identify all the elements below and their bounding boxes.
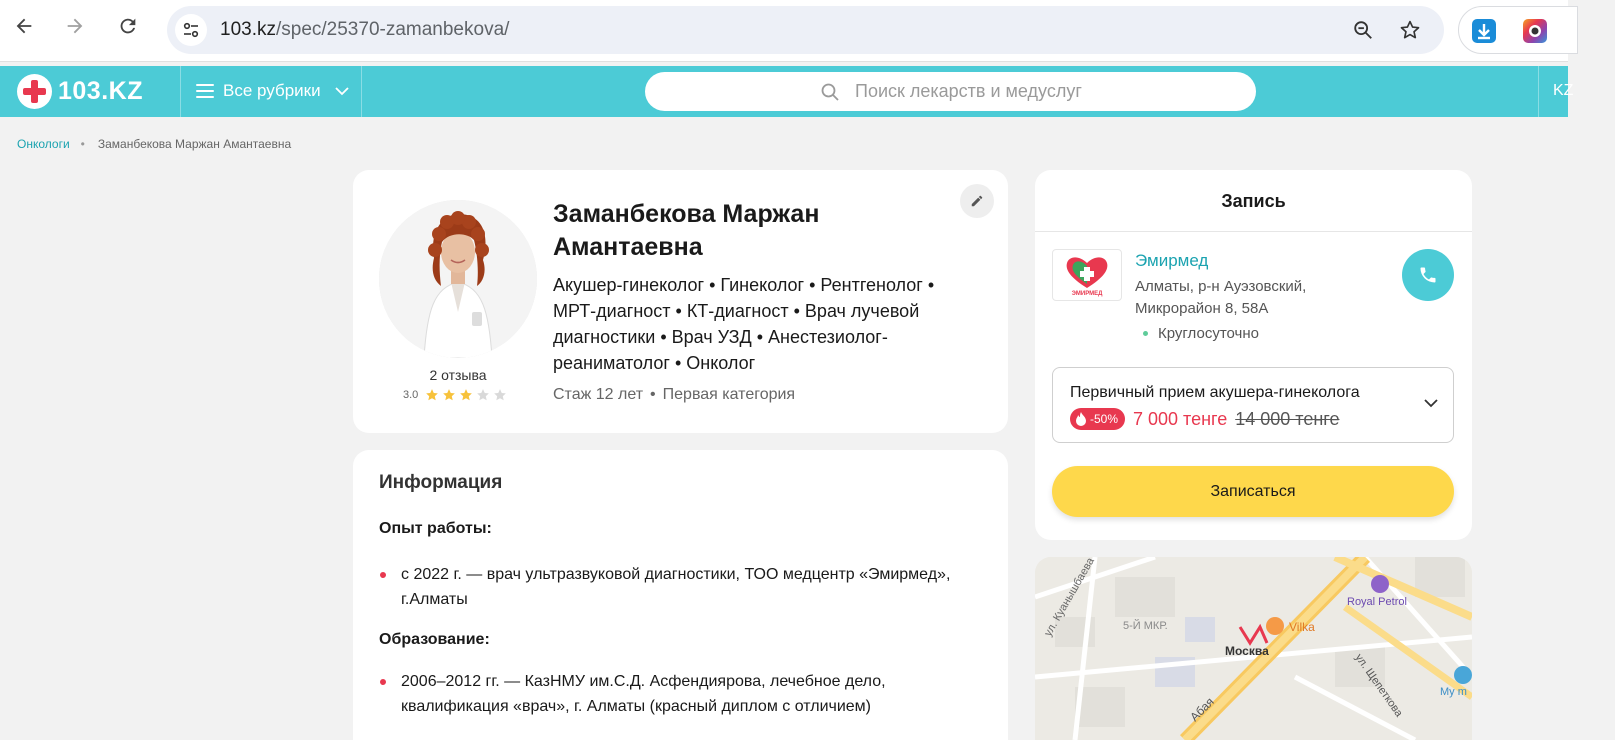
site-header: 103.KZ Все рубрики KZ [0, 66, 1573, 117]
clinic-heart-logo-icon: ЭМИРМЕД [1066, 257, 1108, 297]
header-divider [180, 66, 181, 117]
meta-separator: • [650, 386, 656, 403]
zoom-icon[interactable] [1351, 18, 1375, 42]
color-extension-icon[interactable] [1523, 19, 1547, 43]
education-heading: Образование: [379, 631, 490, 648]
phone-icon [1420, 267, 1436, 283]
book-appointment-button[interactable]: Записаться [1052, 466, 1454, 517]
rating: 3.0 [403, 388, 510, 402]
price-old: 14 000 тенге [1235, 408, 1340, 429]
svg-text:Москва: Москва [1225, 644, 1269, 658]
info-card: Информация Опыт работы: с 2022 г. — врач… [353, 450, 1008, 740]
medical-cross-icon [17, 74, 52, 109]
star-icon [443, 389, 456, 401]
header-divider [361, 66, 362, 117]
search-bar[interactable] [645, 72, 1256, 111]
rating-value: 3.0 [403, 389, 419, 401]
star-icon [477, 389, 490, 401]
chevron-down-icon [334, 87, 349, 96]
fire-icon [1076, 412, 1086, 426]
clinic-address: Алматы, р-н Ауэзовский, Микрорайон 8, 58… [1135, 278, 1307, 317]
booking-card: Запись ЭМИРМЕД Эмирмед Алматы, р-н Ауэзо… [1035, 170, 1472, 540]
price-new: 7 000 тенге [1133, 408, 1228, 429]
breadcrumb-separator: • [80, 137, 85, 151]
clinic-hours-label: Круглосуточно [1158, 325, 1259, 342]
discount-text: -50% [1090, 412, 1119, 426]
search-icon [821, 83, 839, 101]
clinic-logo[interactable]: ЭМИРМЕД [1052, 249, 1122, 301]
address-bar[interactable]: 103.kz/spec/25370-zamanbekova/ [167, 6, 1444, 54]
doctor-meta: Стаж 12 лет • Первая категория [553, 386, 795, 404]
edit-button[interactable] [960, 184, 994, 218]
svg-text:ЭМИРМЕД: ЭМИРМЕД [1072, 291, 1104, 297]
map[interactable]: ул. Куанышбаева 5-Й МКР. Москва Vilka Ro… [1035, 557, 1472, 740]
hamburger-icon [196, 84, 214, 98]
booking-title: Запись [1035, 170, 1472, 232]
list-item: с 2022 г. — врач ультразвуковой диагност… [380, 562, 971, 612]
doctor-specialties: Акушер-гинеколог • Гинеколог • Рентгенол… [553, 275, 935, 373]
reload-button[interactable] [115, 13, 141, 39]
language-switch[interactable]: KZ [1553, 82, 1573, 100]
doctor-avatar [379, 200, 537, 358]
doctor-experience: Стаж 12 лет [553, 386, 644, 403]
doctor-name: Заманбекова Маржан Амантаевна [553, 200, 820, 261]
discount-badge: -50% [1070, 408, 1126, 430]
star-icon [460, 389, 473, 401]
star-icon [494, 389, 507, 401]
forward-button[interactable] [62, 13, 88, 39]
clinic-hours: Круглосуточно [1143, 325, 1259, 342]
price-row: -50% 7 000 тенге 14 000 тенге [1070, 408, 1339, 430]
breadcrumb: Онкологи • Заманбекова Маржан Амантаевна [17, 137, 291, 151]
doctor-profile-card: 2 отзыва 3.0 Заманбекова Маржан Амантаев… [353, 170, 1008, 433]
search-input[interactable] [855, 72, 1235, 111]
svg-text:5-Й МКР.: 5-Й МКР. [1123, 619, 1168, 632]
reviews-link[interactable]: 2 отзыва [379, 367, 537, 383]
rating-stars [425, 388, 510, 402]
pencil-icon [971, 195, 983, 207]
svg-text:Vilka: Vilka [1289, 620, 1315, 634]
service-name: Первичный прием акушера-гинеколога [1070, 384, 1360, 401]
site-info-icon[interactable] [175, 14, 207, 46]
download-extension-icon[interactable] [1472, 19, 1496, 43]
site-logo[interactable]: 103.KZ [17, 74, 143, 109]
info-title: Информация [379, 472, 503, 493]
logo-text: 103.KZ [58, 77, 143, 105]
back-arrow-icon [16, 18, 32, 34]
list-item: 2006–2012 гг. — КазНМУ им.С.Д. Асфендияр… [380, 669, 971, 719]
extensions-area [1458, 6, 1578, 54]
back-button[interactable] [11, 13, 37, 39]
rubrics-label: Все рубрики [223, 81, 321, 100]
call-button[interactable] [1402, 249, 1454, 301]
work-experience-heading: Опыт работы: [379, 520, 492, 537]
open-status-dot [1143, 331, 1148, 336]
svg-text:Royal Petrol: Royal Petrol [1347, 596, 1407, 608]
chevron-down-icon [1424, 399, 1438, 408]
header-divider [1538, 66, 1539, 117]
breadcrumb-current: Заманбекова Маржан Амантаевна [97, 137, 292, 151]
map-canvas: ул. Куанышбаева 5-Й МКР. Москва Vilka Ro… [1035, 557, 1472, 740]
star-icon [426, 389, 439, 401]
url-host: 103.kz [220, 19, 276, 40]
bookmark-star-icon[interactable] [1398, 18, 1422, 42]
forward-arrow-icon [67, 18, 83, 34]
browser-toolbar: 103.kz/spec/25370-zamanbekova/ [0, 0, 1578, 62]
clinic-name-link[interactable]: Эмирмед [1135, 251, 1208, 271]
breadcrumb-link-oncologists[interactable]: Онкологи [17, 137, 70, 151]
rubrics-menu-button[interactable]: Все рубрики [196, 81, 349, 101]
url-text[interactable]: 103.kz/spec/25370-zamanbekova/ [220, 19, 509, 41]
reload-icon [120, 18, 136, 34]
svg-text:My m: My m [1440, 686, 1467, 698]
doctor-category: Первая категория [662, 386, 796, 403]
url-path: /spec/25370-zamanbekova/ [275, 19, 510, 40]
service-select[interactable]: Первичный прием акушера-гинеколога -50% … [1052, 367, 1454, 443]
